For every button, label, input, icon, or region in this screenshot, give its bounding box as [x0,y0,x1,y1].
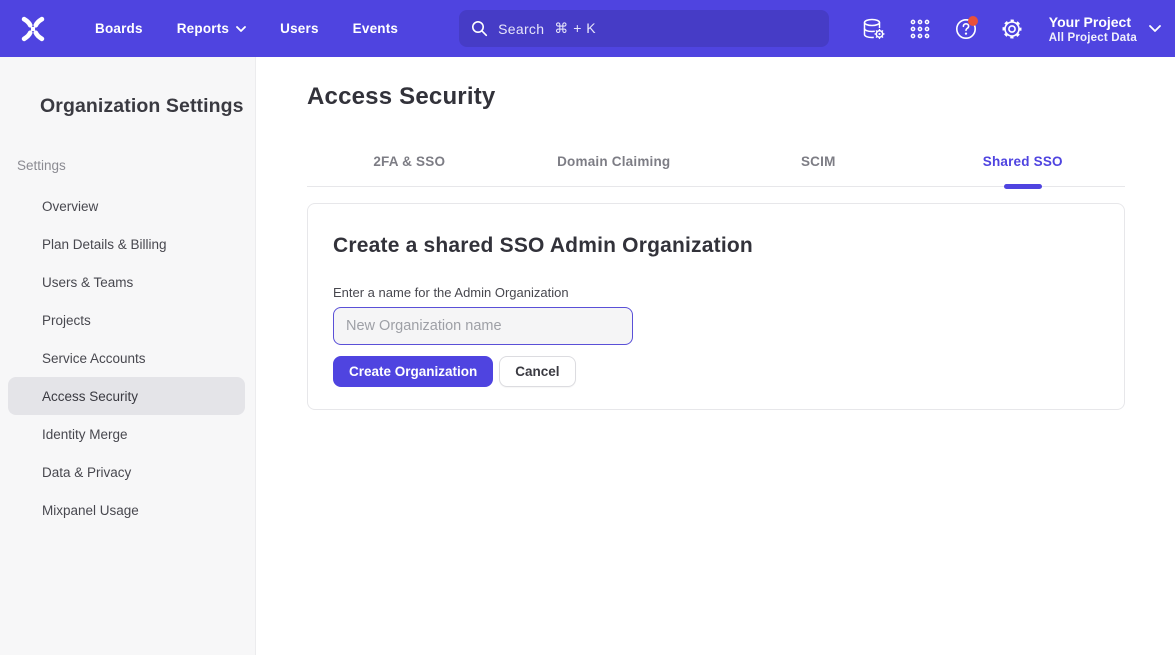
mixpanel-logo[interactable] [16,12,50,46]
tab-2fa-sso[interactable]: 2FA & SSO [307,144,512,186]
project-name: Your Project [1049,13,1137,31]
sidebar-item-users-teams[interactable]: Users & Teams [8,263,245,301]
nav-item-label: Users [280,21,319,36]
project-switcher[interactable]: Your Project All Project Data [1049,13,1161,45]
main-content: Access Security 2FA & SSO Domain Claimin… [256,57,1175,655]
tab-bar: 2FA & SSO Domain Claiming SCIM Shared SS… [307,144,1125,187]
top-nav: Boards Reports Users Events Search ⌘ + K [0,0,1175,57]
create-sso-admin-org-card: Create a shared SSO Admin Organization E… [307,203,1125,410]
project-subtitle: All Project Data [1049,31,1137,45]
card-title: Create a shared SSO Admin Organization [333,234,1099,258]
global-search-input[interactable]: Search ⌘ + K [459,10,829,47]
org-name-input[interactable] [333,307,633,345]
search-icon [471,20,488,37]
sidebar-item-mixpanel-usage[interactable]: Mixpanel Usage [8,491,245,529]
data-management-button[interactable] [851,9,897,49]
nav-item-label: Boards [95,21,143,36]
sidebar-item-service-accounts[interactable]: Service Accounts [8,339,245,377]
search-placeholder: Search [498,21,544,37]
tab-shared-sso[interactable]: Shared SSO [921,144,1126,186]
settings-gear-icon [1000,17,1024,41]
apps-grid-button[interactable] [897,9,943,49]
nav-item-users[interactable]: Users [267,13,332,44]
nav-right-actions: Your Project All Project Data [851,9,1161,49]
sidebar-title: Organization Settings [0,95,255,118]
help-button[interactable] [943,9,989,49]
project-texts: Your Project All Project Data [1049,13,1137,45]
settings-button[interactable] [989,9,1035,49]
nav-links: Boards Reports Users Events [82,13,411,44]
sidebar-item-access-security[interactable]: Access Security [8,377,245,415]
chevron-down-icon [1149,25,1161,32]
nav-item-label: Events [353,21,398,36]
data-management-icon [861,17,887,41]
mixpanel-logo-icon [18,14,48,44]
sidebar-item-data-privacy[interactable]: Data & Privacy [8,453,245,491]
sidebar-item-projects[interactable]: Projects [8,301,245,339]
sidebar-item-overview[interactable]: Overview [8,187,245,225]
chevron-down-icon [236,26,246,32]
nav-item-reports[interactable]: Reports [164,13,259,44]
org-name-field-label: Enter a name for the Admin Organization [333,285,1099,300]
page-layout: Organization Settings Settings Overview … [0,57,1175,655]
create-organization-button[interactable]: Create Organization [333,356,493,387]
tab-scim[interactable]: SCIM [716,144,921,186]
sidebar-settings-section: Settings Overview Plan Details & Billing… [0,158,255,529]
sidebar-item-identity-merge[interactable]: Identity Merge [8,415,245,453]
nav-item-boards[interactable]: Boards [82,13,156,44]
cancel-button[interactable]: Cancel [499,356,575,387]
sidebar-section-label: Settings [0,158,255,173]
sidebar-item-plan-details-billing[interactable]: Plan Details & Billing [8,225,245,263]
apps-grid-icon [909,18,931,40]
nav-item-label: Reports [177,21,229,36]
search-shortcut-hint: ⌘ + K [554,20,596,37]
tab-domain-claiming[interactable]: Domain Claiming [512,144,717,186]
settings-sidebar: Organization Settings Settings Overview … [0,57,256,655]
nav-item-events[interactable]: Events [340,13,411,44]
card-button-row: Create Organization Cancel [333,356,1099,387]
page-title: Access Security [307,83,1125,111]
notification-dot [968,16,978,26]
